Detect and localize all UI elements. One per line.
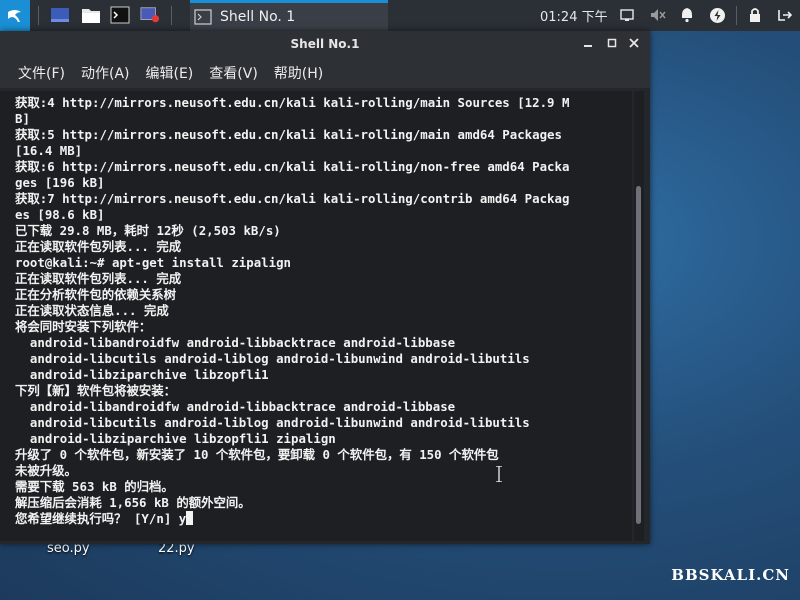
power-manager-icon[interactable] [709, 7, 726, 24]
terminal-line: 升级了 0 个软件包，新安装了 10 个软件包，要卸载 0 个软件包，有 150… [15, 447, 499, 462]
panel-separator [736, 6, 737, 25]
lock-icon[interactable] [748, 7, 762, 23]
maximize-button[interactable] [602, 31, 622, 58]
clock[interactable]: 01:24 下午 [540, 0, 608, 31]
terminal-icon [194, 9, 212, 25]
terminal-line: 需要下载 563 kB 的归档。 [15, 479, 174, 494]
terminal-window[interactable]: Shell No.1 文件(F) 动作(A) 编辑(E) 查看(V) 帮助(H)… [0, 31, 650, 544]
terminal-line: android-libandroidfw android-libbacktrac… [15, 335, 456, 350]
show-desktop-icon[interactable] [50, 6, 70, 24]
kali-dragon-icon [8, 9, 21, 22]
terminal-line: 下列【新】软件包将被安装： [15, 383, 177, 398]
mouse-ibeam-cursor-icon [496, 466, 502, 482]
notification-area-icon[interactable] [620, 8, 634, 22]
terminal-line: 正在读取状态信息... 完成 [15, 303, 169, 318]
menu-file[interactable]: 文件(F) [10, 63, 73, 83]
taskbar-shell-window[interactable]: Shell No. 1 [190, 0, 388, 31]
terminal-line: android-libziparchive libzopfli1 zipalig… [15, 431, 336, 446]
logout-icon[interactable] [776, 7, 792, 23]
terminal-line: 获取:4 http://mirrors.neusoft.edu.cn/kali … [15, 95, 570, 110]
window-title: Shell No.1 [290, 37, 360, 51]
terminal-prompt-line: 您希望继续执行吗？ [Y/n] y [15, 511, 187, 526]
text-cursor [186, 511, 194, 525]
maximize-icon [607, 38, 617, 48]
terminal-line: 解压缩后会消耗 1,656 kB 的额外空间。 [15, 495, 251, 510]
menu-help[interactable]: 帮助(H) [266, 63, 331, 83]
site-watermark: BBSKALI.CN [671, 566, 790, 584]
terminal-line: 获取:6 http://mirrors.neusoft.edu.cn/kali … [15, 159, 570, 174]
kali-menu-button[interactable] [0, 0, 30, 31]
taskbar-title: Shell No. 1 [220, 9, 296, 25]
terminal-line: B] [15, 111, 30, 126]
terminal-line: 正在读取软件包列表... 完成 [15, 239, 182, 254]
minimize-icon [584, 45, 592, 47]
terminal-text: 获取:4 http://mirrors.neusoft.edu.cn/kali … [15, 95, 632, 511]
terminal-line: 正在读取软件包列表... 完成 [15, 271, 182, 286]
terminal-line: 正在分析软件包的依赖关系树 [15, 287, 177, 302]
terminal-line: es [98.6 kB] [15, 207, 105, 222]
volume-muted-icon[interactable] [650, 8, 666, 22]
terminal-line: [16.4 MB] [15, 143, 83, 158]
menu-action[interactable]: 动作(A) [73, 63, 138, 83]
file-manager-icon[interactable] [81, 6, 101, 24]
panel-separator [38, 6, 39, 25]
terminal-line: android-libcutils android-liblog android… [15, 351, 530, 366]
terminal-line: 将会同时安装下列软件： [15, 319, 152, 334]
menu-bar: 文件(F) 动作(A) 编辑(E) 查看(V) 帮助(H) [0, 58, 650, 88]
terminal-line: root@kali:~# apt-get install zipalign [15, 255, 292, 270]
terminal-line: 获取:7 http://mirrors.neusoft.edu.cn/kali … [15, 191, 570, 206]
terminal-line: android-libandroidfw android-libbacktrac… [15, 399, 456, 414]
panel-separator [171, 6, 172, 25]
close-button[interactable] [624, 31, 644, 58]
scrollbar-thumb[interactable] [636, 186, 641, 524]
screen-recorder-icon[interactable] [140, 6, 160, 24]
terminal-launcher-icon[interactable] [110, 6, 130, 24]
window-titlebar[interactable]: Shell No.1 [0, 31, 650, 58]
terminal-line: 获取:5 http://mirrors.neusoft.edu.cn/kali … [15, 127, 562, 142]
menu-view[interactable]: 查看(V) [201, 63, 266, 83]
notifications-bell-icon[interactable] [679, 7, 695, 23]
close-icon [629, 38, 639, 48]
terminal-line: 未被升级。 [15, 463, 77, 478]
minimize-button[interactable] [578, 31, 598, 58]
terminal-line: ges [196 kB] [15, 175, 105, 190]
terminal-line: android-libziparchive libzopfli1 [15, 367, 269, 382]
top-panel: Shell No. 1 01:24 下午 [0, 0, 800, 31]
terminal-output[interactable]: 获取:4 http://mirrors.neusoft.edu.cn/kali … [0, 91, 632, 541]
terminal-line: android-libcutils android-liblog android… [15, 415, 530, 430]
terminal-line: 已下载 29.8 MB，耗时 12秒 (2,503 kB/s) [15, 223, 281, 238]
menu-edit[interactable]: 编辑(E) [138, 63, 202, 83]
